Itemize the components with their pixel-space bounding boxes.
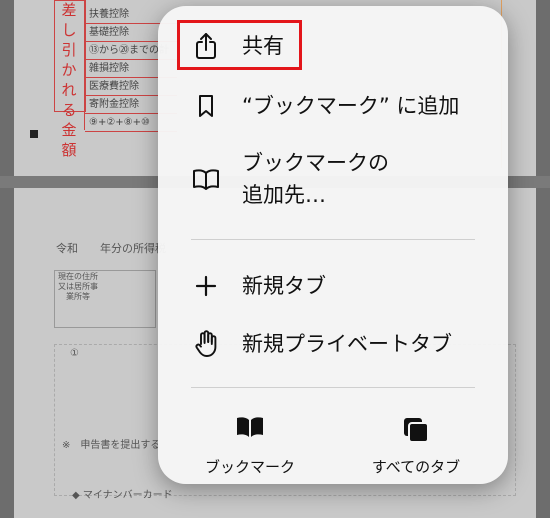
menu-item-label: 共有 bbox=[242, 34, 284, 58]
year-label: 年分の所得税 bbox=[100, 242, 166, 255]
menu-item-label: 新規プライベートタブ bbox=[242, 332, 452, 356]
menu-item-new-tab[interactable]: 新規タブ bbox=[158, 268, 508, 304]
share-icon bbox=[192, 32, 220, 60]
address-label: 現在の住所又は居所事業所等 bbox=[58, 272, 98, 301]
tabs-icon bbox=[401, 416, 431, 444]
menu-item-label: “ブックマーク” に追加 bbox=[242, 94, 460, 118]
bookmarks-label: ブックマーク bbox=[204, 458, 295, 476]
menu-item-label-line2: 追加先… bbox=[242, 183, 326, 207]
menu-item-new-private-tab[interactable]: 新規プライベートタブ bbox=[158, 326, 508, 362]
all-tabs-button[interactable]: すべてのタブ bbox=[356, 416, 476, 477]
era-label: 令和 bbox=[56, 242, 78, 255]
book-filled-icon bbox=[235, 416, 265, 444]
menu-item-share[interactable]: 共有 bbox=[158, 28, 508, 64]
menu-item-label: 新規タブ bbox=[242, 274, 326, 298]
mynumber-label: ◆ マイナンバーカード bbox=[72, 490, 173, 501]
hand-icon bbox=[192, 330, 220, 358]
context-menu: 共有 “ブックマーク” に追加 ブックマークの 追加先… 新規タブ 新規プライベ… bbox=[158, 6, 508, 484]
menu-item-add-bookmark[interactable]: “ブックマーク” に追加 bbox=[158, 88, 508, 124]
all-tabs-label: すべてのタブ bbox=[371, 458, 461, 476]
bookmarks-button[interactable]: ブックマーク bbox=[190, 416, 310, 477]
menu-divider bbox=[191, 239, 475, 240]
black-square-mark bbox=[30, 130, 38, 138]
circle-one-label: ① bbox=[70, 348, 79, 359]
bookmark-icon bbox=[192, 92, 220, 120]
menu-item-label: ブックマークの bbox=[242, 151, 389, 175]
menu-divider bbox=[191, 387, 475, 388]
menu-item-bookmark-to[interactable]: ブックマークの 追加先… bbox=[158, 146, 508, 212]
plus-icon bbox=[192, 272, 220, 300]
deduction-vertical-label: 差し引かれる金額 bbox=[61, 1, 77, 159]
book-open-icon bbox=[192, 165, 220, 193]
submission-note: ※ 申告書を提出する bbox=[62, 440, 161, 451]
